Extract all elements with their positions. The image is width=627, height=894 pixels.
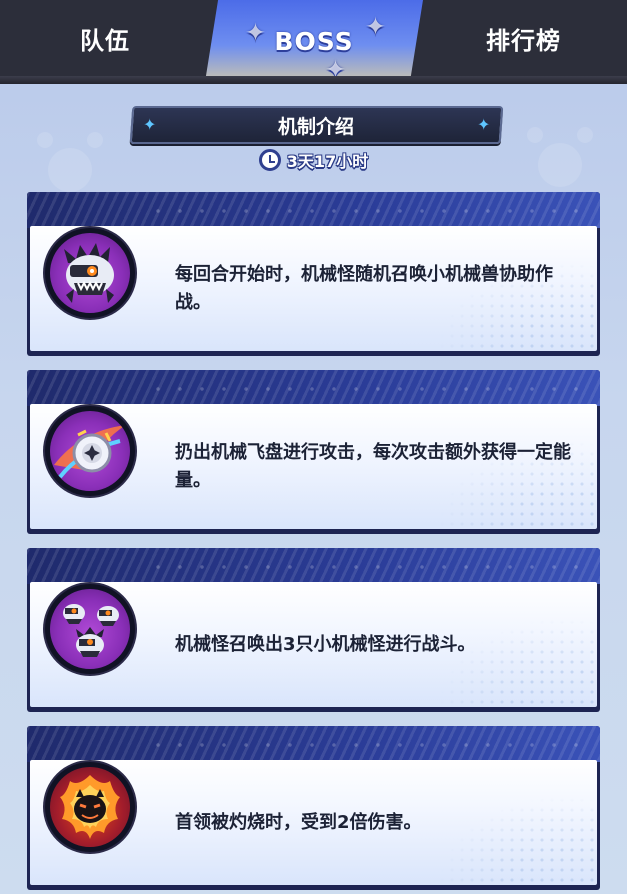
countdown: 3天17小时 xyxy=(0,146,627,174)
tab-leaderboard-label: 排行榜 xyxy=(486,26,561,55)
sparkle-icon: ✦ xyxy=(325,55,347,84)
mechanic-description: 首领被灼烧时，受到2倍伤害。 xyxy=(175,811,422,833)
mechanic-description: 每回合开始时，机械怪随机召唤小机械兽协助作战。 xyxy=(175,263,553,313)
card-header-stripe xyxy=(27,370,600,406)
clock-icon xyxy=(258,149,281,171)
tab-bar: 队伍 ✦ ✦ ✦ BOSS 排行榜 xyxy=(0,0,627,84)
mechanic-card: 机械怪召唤出3只小机械怪进行战斗。 xyxy=(27,548,600,712)
mechanic-card: 每回合开始时，机械怪随机召唤小机械兽协助作战。 xyxy=(27,192,600,356)
countdown-text: 3天17小时 xyxy=(286,152,369,171)
card-header-stripe xyxy=(27,192,600,228)
star-icon: ✦ xyxy=(476,115,491,134)
mechanic-description: 机械怪召唤出3只小机械怪进行战斗。 xyxy=(175,633,476,655)
mecha-disc-icon xyxy=(45,406,135,496)
card-header-stripe xyxy=(27,726,600,762)
burning-boss-icon xyxy=(45,762,135,852)
tab-boss[interactable]: ✦ ✦ ✦ BOSS xyxy=(205,0,423,82)
tab-leaderboard[interactable]: 排行榜 xyxy=(420,0,627,76)
mecha-minions-icon xyxy=(45,584,135,674)
mechanic-card: 扔出机械飞盘进行攻击，每次攻击额外获得一定能量。 xyxy=(27,370,600,534)
tab-team-label: 队伍 xyxy=(80,26,130,55)
tab-boss-label: BOSS xyxy=(274,26,354,56)
mechanics-banner: ✦ 机制介绍 ✦ xyxy=(129,106,504,144)
card-header-stripe xyxy=(27,548,600,584)
mecha-beast-icon xyxy=(45,228,135,318)
tab-team[interactable]: 队伍 xyxy=(0,0,210,76)
banner-title: 机制介绍 xyxy=(278,115,355,138)
mechanic-description: 扔出机械飞盘进行攻击，每次攻击额外获得一定能量。 xyxy=(175,441,571,491)
mechanic-card: 首领被灼烧时，受到2倍伤害。 xyxy=(27,726,600,890)
sparkle-icon: ✦ xyxy=(245,18,267,47)
sparkle-icon: ✦ xyxy=(365,12,387,41)
star-icon: ✦ xyxy=(143,115,157,134)
